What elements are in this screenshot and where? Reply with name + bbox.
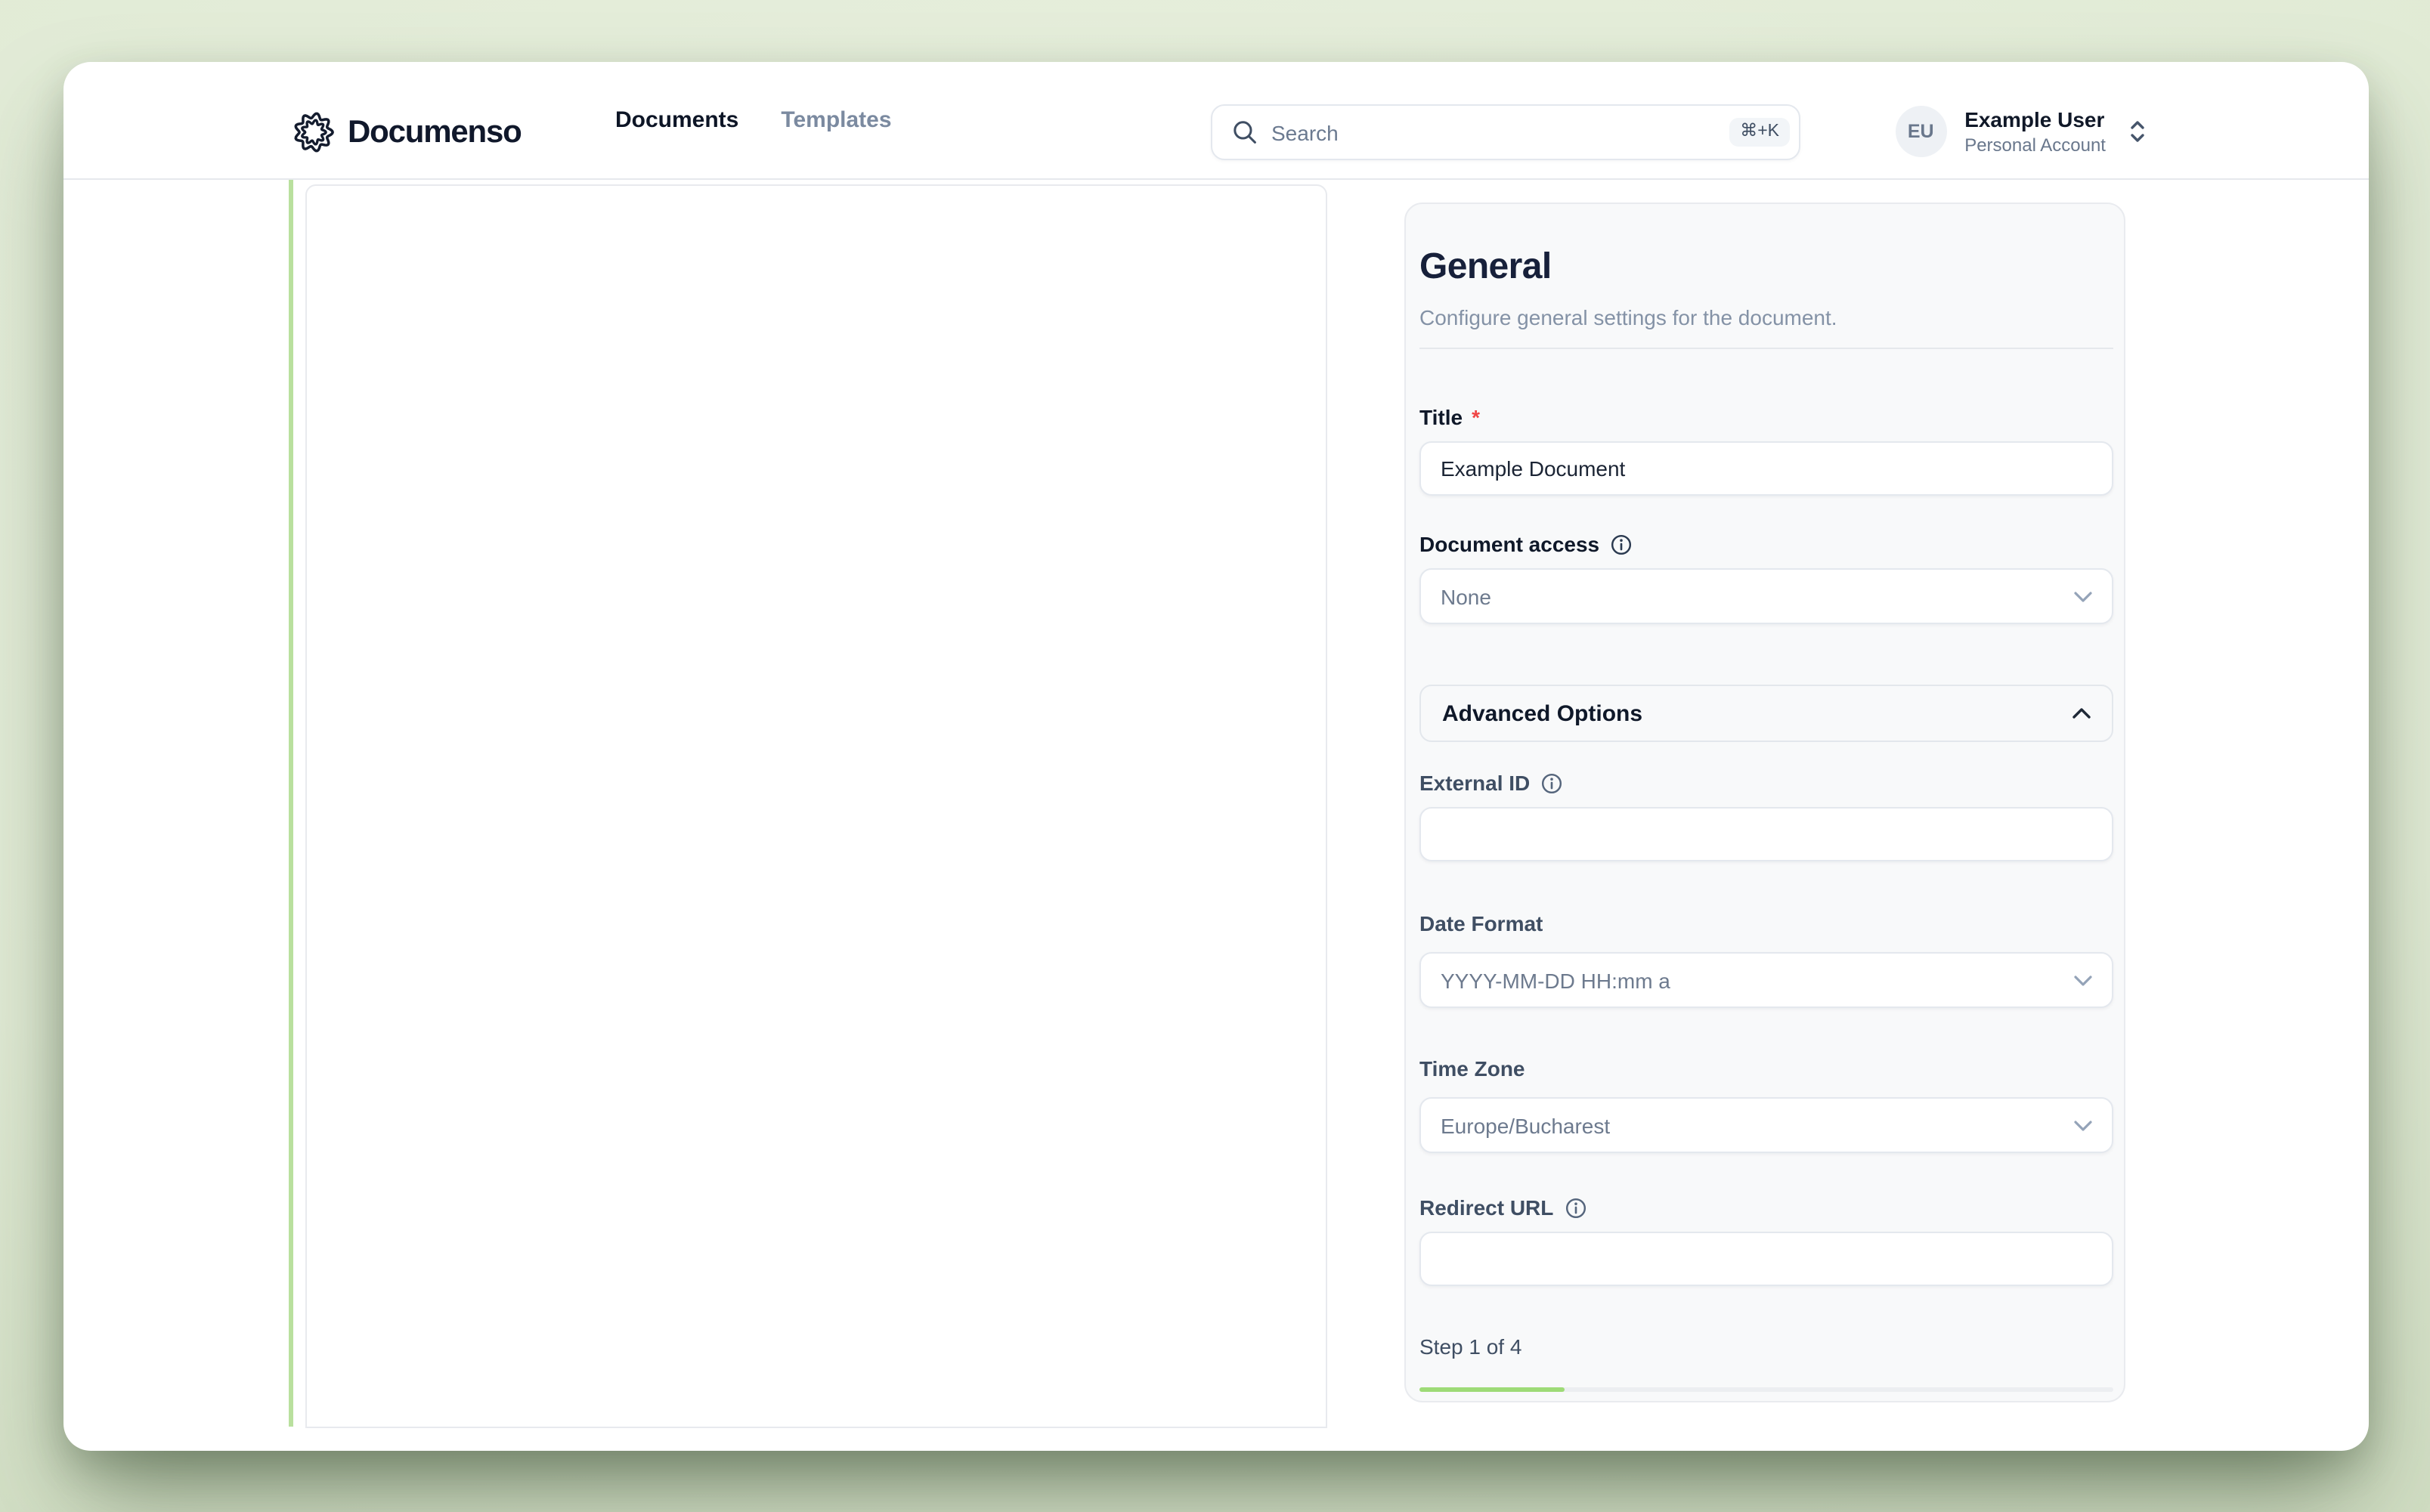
title-input[interactable]: Example Document	[1419, 441, 2113, 496]
search-shortcut-badge: ⌘+K	[1729, 117, 1790, 147]
redirect-url-input[interactable]	[1419, 1232, 2113, 1286]
date-format-label: Date Format	[1419, 911, 1543, 935]
advanced-options-toggle[interactable]: Advanced Options	[1419, 685, 2113, 742]
search-input[interactable]: Search ⌘+K	[1211, 104, 1800, 160]
title-label: Title*	[1419, 405, 1480, 429]
date-format-select[interactable]: YYYY-MM-DD HH:mm a	[1419, 952, 2113, 1008]
app-window: Documenso Documents Templates Search ⌘+K…	[63, 62, 2369, 1451]
nav-templates[interactable]: Templates	[781, 107, 891, 133]
required-asterisk: *	[1472, 405, 1480, 429]
chevron-up-icon	[2072, 707, 2091, 719]
document-page	[305, 184, 1326, 1427]
search-placeholder: Search	[1271, 120, 1729, 144]
external-id-label: External ID	[1419, 771, 1563, 795]
brand[interactable]: Documenso	[293, 112, 522, 153]
chevron-down-icon	[2074, 974, 2092, 986]
documenso-logo-icon	[293, 112, 334, 153]
app-header: Documenso Documents Templates Search ⌘+K…	[63, 62, 2369, 180]
nav-documents[interactable]: Documents	[615, 107, 738, 133]
page-background: Documenso Documents Templates Search ⌘+K…	[0, 0, 2430, 1512]
chevron-down-icon	[2074, 1119, 2092, 1131]
document-access-select[interactable]: None	[1419, 568, 2113, 624]
avatar: EU	[1895, 106, 1946, 157]
logo-ring-inner	[302, 120, 326, 144]
panel-description: Configure general settings for the docum…	[1419, 305, 1837, 329]
step-progress-track	[1419, 1387, 2113, 1391]
user-account-type: Personal Account	[1964, 134, 2106, 156]
redirect-url-label: Redirect URL	[1419, 1195, 1586, 1220]
user-menu[interactable]: EU Example User Personal Account	[1895, 106, 2148, 157]
search-icon	[1232, 119, 1258, 145]
chevron-down-icon	[2074, 590, 2092, 602]
panel-title: General	[1419, 246, 1552, 289]
main-nav: Documents Templates	[615, 62, 892, 178]
step-progress-fill	[1419, 1387, 1565, 1391]
document-access-label: Document access	[1419, 532, 1633, 556]
user-name: Example User	[1964, 107, 2106, 132]
user-info: Example User Personal Account	[1964, 107, 2106, 156]
time-zone-label: Time Zone	[1419, 1056, 1525, 1081]
brand-name: Documenso	[348, 112, 522, 153]
step-indicator: Step 1 of 4	[1419, 1334, 1521, 1359]
panel-divider	[1419, 348, 2113, 349]
info-icon[interactable]	[1540, 771, 1563, 794]
time-zone-select[interactable]: Europe/Bucharest	[1419, 1097, 2113, 1153]
external-id-input[interactable]	[1419, 807, 2113, 861]
active-step-rail	[289, 180, 293, 1427]
info-icon[interactable]	[1610, 533, 1633, 555]
settings-panel: General Configure general settings for t…	[1404, 203, 2125, 1402]
chevron-updown-icon	[2127, 118, 2148, 145]
info-icon[interactable]	[1564, 1196, 1586, 1219]
